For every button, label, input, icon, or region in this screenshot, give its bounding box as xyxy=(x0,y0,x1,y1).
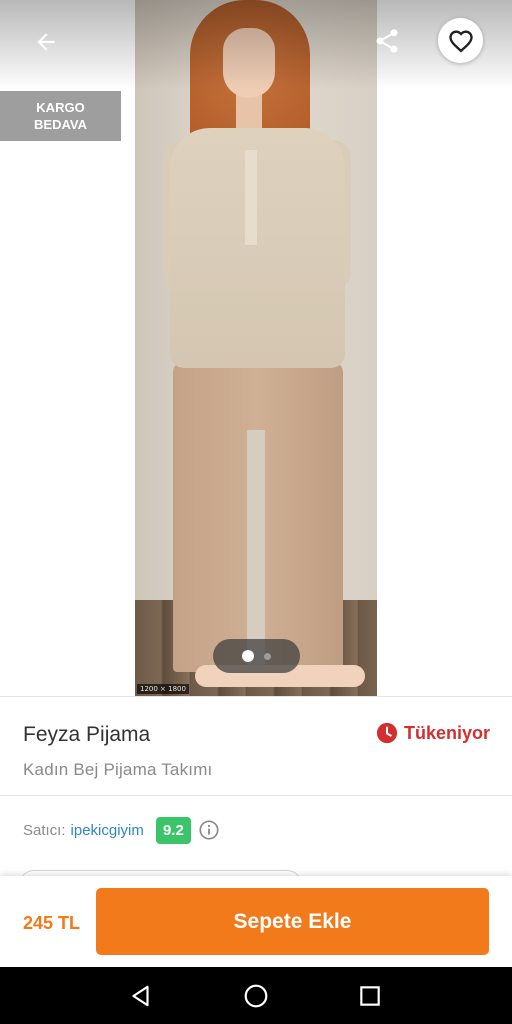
model-neck xyxy=(236,92,262,132)
product-name: Kadın Bej Pijama Takımı xyxy=(23,760,213,779)
info-icon xyxy=(199,820,219,840)
circle-home-icon[interactable] xyxy=(243,983,269,1009)
pajama-top xyxy=(170,128,345,368)
share-button[interactable] xyxy=(366,20,408,62)
stock-status-text: Tükeniyor xyxy=(403,722,490,743)
free-shipping-line2: BEDAVA xyxy=(34,117,87,132)
pajama-placket xyxy=(245,150,257,245)
pagination-dot[interactable] xyxy=(264,652,271,660)
info-button[interactable] xyxy=(198,819,220,841)
product-price: 245 TL xyxy=(23,913,81,933)
product-photo[interactable]: 1200 × 1800 xyxy=(135,0,377,696)
product-brand[interactable]: Feyza Pijama xyxy=(23,723,150,747)
seller-row: Satıcı: ipekicgiyim 9.2 xyxy=(23,816,220,844)
arrow-left-icon xyxy=(37,33,55,51)
square-recents-icon[interactable] xyxy=(357,983,383,1009)
add-to-cart-button[interactable]: Sepete Ekle xyxy=(96,888,489,955)
favorite-button[interactable] xyxy=(438,18,483,63)
top-gradient-overlay xyxy=(0,0,512,90)
pagination-dot-active[interactable] xyxy=(242,650,254,662)
clock-icon xyxy=(376,722,398,744)
divider xyxy=(0,795,512,796)
seller-score-badge: 9.2 xyxy=(155,816,191,844)
gallery-pagination[interactable] xyxy=(213,639,300,673)
stock-status: Tükeniyor xyxy=(376,722,490,744)
heart-outline-icon xyxy=(448,29,473,53)
product-image-gallery[interactable]: 1200 × 1800 KARGO BEDAVA xyxy=(0,0,512,696)
triangle-back-icon[interactable] xyxy=(128,983,154,1009)
free-shipping-badge: KARGO BEDAVA xyxy=(0,91,121,141)
seller-label: Satıcı: xyxy=(23,821,66,839)
free-shipping-line1: KARGO xyxy=(36,100,85,115)
image-size-badge: 1200 × 1800 xyxy=(137,684,189,694)
divider xyxy=(0,696,512,697)
back-button[interactable] xyxy=(26,22,66,62)
seller-name-link[interactable]: ipekicgiyim xyxy=(71,822,144,839)
share-icon xyxy=(376,29,398,53)
